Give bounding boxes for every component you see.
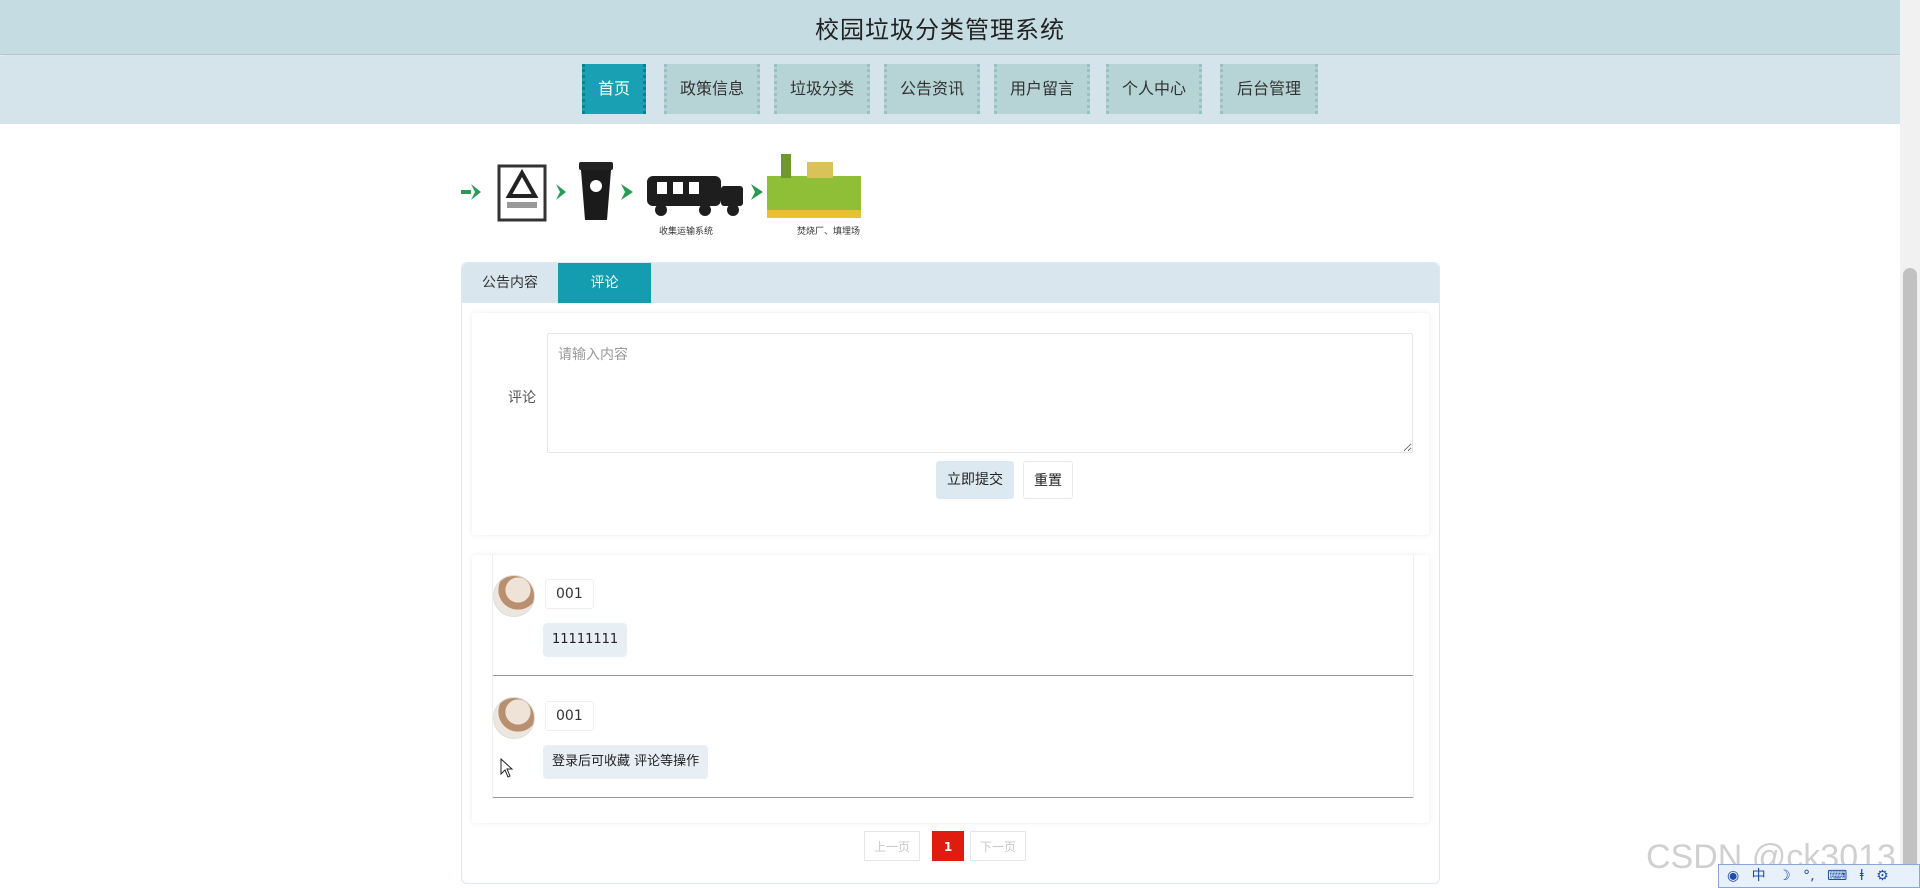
ime-moon-icon[interactable]: ☽ [1778, 865, 1791, 887]
banner-caption-1: 收集运输系统 [659, 225, 713, 237]
nav-item-announcements[interactable]: 公告资讯 [884, 64, 980, 114]
nav-item-admin[interactable]: 后台管理 [1220, 64, 1318, 114]
pagination: 上一页 1 下一页 [462, 831, 1439, 863]
announcement-image: 收集运输系统 焚烧厂、填埋场 [461, 128, 861, 238]
comment-input[interactable] [547, 333, 1413, 453]
next-page-button[interactable]: 下一页 [970, 831, 1026, 861]
nav-item-messages[interactable]: 用户留言 [994, 64, 1090, 114]
avatar [493, 575, 535, 617]
nav-item-profile[interactable]: 个人中心 [1106, 64, 1202, 114]
ime-chinese-mode[interactable]: 中 [1752, 865, 1766, 887]
nav-item-policy[interactable]: 政策信息 [664, 64, 760, 114]
tab-header: 公告内容 评论 [462, 263, 1439, 303]
site-header: 校园垃圾分类管理系统 [0, 0, 1900, 55]
submit-button[interactable]: 立即提交 [936, 461, 1014, 499]
ime-logo-icon[interactable]: ◉ [1727, 865, 1739, 887]
comment-username: 001 [545, 579, 594, 609]
mouse-cursor-icon [500, 758, 514, 778]
comment-content: 登录后可收藏 评论等操作 [543, 745, 709, 779]
reset-button[interactable]: 重置 [1023, 461, 1073, 499]
ime-toolbar[interactable]: ◉ 中 ☽ °, ⌨ ⱡ ⚙ [1718, 864, 1920, 888]
nav-item-home[interactable]: 首页 [582, 64, 646, 114]
nav-item-classification[interactable]: 垃圾分类 [774, 64, 870, 114]
other-waste-sign-icon [497, 164, 547, 222]
comment-item: 001 11111111 [493, 555, 1413, 676]
main-nav: 首页 政策信息 垃圾分类 公告资讯 用户留言 个人中心 后台管理 [0, 56, 1900, 124]
page-scrollbar[interactable] [1900, 0, 1920, 888]
ime-keyboard-icon[interactable]: ⌨ [1827, 865, 1847, 887]
banner-caption-2: 焚烧厂、填埋场 [797, 225, 860, 237]
tab-announcement-content[interactable]: 公告内容 [462, 263, 558, 303]
waste-process-illustration: 收集运输系统 焚烧厂、填埋场 [461, 128, 861, 238]
ime-tool-icon[interactable]: ⱡ [1860, 865, 1864, 887]
comment-list: 001 11111111 001 登录后可收藏 评论等操作 [492, 555, 1414, 799]
ime-punctuation-icon[interactable]: °, [1803, 865, 1814, 887]
comment-field-label: 评论 [508, 390, 536, 406]
comment-content: 11111111 [543, 623, 628, 657]
page-number-current[interactable]: 1 [932, 831, 964, 861]
prev-page-button[interactable]: 上一页 [864, 831, 920, 861]
comment-item: 001 登录后可收藏 评论等操作 [493, 677, 1413, 798]
scrollbar-thumb[interactable] [1903, 268, 1917, 888]
avatar [493, 697, 535, 739]
ime-settings-icon[interactable]: ⚙ [1876, 865, 1889, 887]
site-title: 校园垃圾分类管理系统 [815, 16, 1065, 44]
tab-comments[interactable]: 评论 [558, 263, 651, 303]
comments-panel: 001 11111111 001 登录后可收藏 评论等操作 [472, 555, 1429, 823]
comment-username: 001 [545, 701, 594, 731]
comment-form: 评论 立即提交 重置 [472, 313, 1429, 535]
detail-tabs: 公告内容 评论 评论 立即提交 重置 001 11111111 001 登录后可… [461, 262, 1440, 884]
